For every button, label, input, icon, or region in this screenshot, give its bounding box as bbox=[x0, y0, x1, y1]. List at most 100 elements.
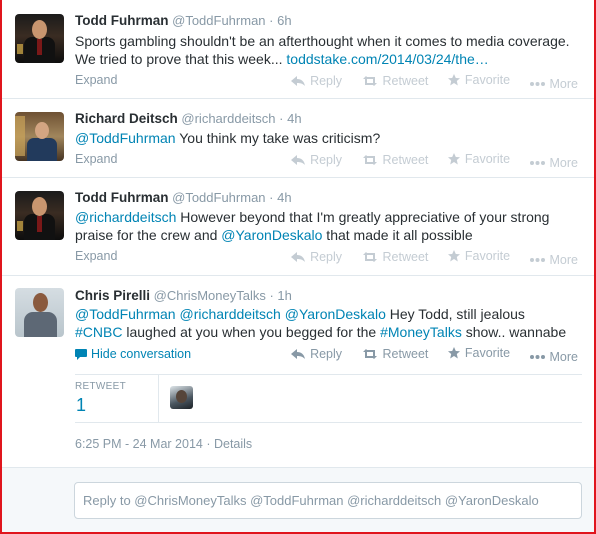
retweet-button[interactable]: Retweet bbox=[362, 153, 428, 167]
reply-area: Reply to @ChrisMoneyTalks @ToddFuhrman @… bbox=[2, 467, 594, 534]
tweet-time[interactable]: · 4h bbox=[269, 190, 291, 205]
reply-icon bbox=[291, 76, 306, 86]
tweet-item[interactable]: Richard Deitsch @richarddeitsch · 4h @To… bbox=[2, 99, 594, 178]
expand-link[interactable]: Expand bbox=[75, 249, 117, 263]
retweet-button[interactable]: Retweet bbox=[362, 74, 429, 88]
author-username[interactable]: @richarddeitsch bbox=[181, 111, 275, 126]
hide-conversation-label: Hide conversation bbox=[91, 347, 192, 361]
mention-link[interactable]: @ToddFuhrman bbox=[75, 306, 176, 322]
tweet-link[interactable]: toddstake.com/2014/03/24/the… bbox=[286, 51, 488, 67]
retweet-button[interactable]: Retweet bbox=[362, 347, 428, 361]
avatar[interactable] bbox=[15, 288, 64, 337]
tweet-text: Sports gambling shouldn't be an aftertho… bbox=[75, 32, 570, 68]
hashtag-link[interactable]: #CNBC bbox=[75, 324, 122, 340]
tweet-actions: Reply Retweet Favorite More bbox=[275, 249, 578, 267]
tweet-item[interactable]: Todd Fuhrman @ToddFuhrman · 6h Sports ga… bbox=[2, 0, 594, 99]
mention-link[interactable]: @YaronDeskalo bbox=[285, 306, 386, 322]
tweet-text-span: Hey Todd, still jealous bbox=[385, 306, 525, 322]
retweet-icon bbox=[362, 76, 377, 86]
author-name[interactable]: Richard Deitsch bbox=[75, 111, 178, 126]
star-icon bbox=[447, 74, 460, 86]
favorite-button[interactable]: Favorite bbox=[447, 152, 511, 166]
tweet-item-expanded[interactable]: Chris Pirelli @ChrisMoneyTalks · 1h @Tod… bbox=[2, 276, 594, 534]
avatar[interactable] bbox=[15, 14, 64, 63]
author-username[interactable]: @ToddFuhrman bbox=[172, 190, 265, 205]
avatar[interactable] bbox=[15, 191, 64, 240]
reply-label: Reply bbox=[310, 250, 343, 264]
retweet-icon bbox=[362, 155, 377, 165]
favorite-button[interactable]: Favorite bbox=[447, 249, 511, 263]
tweet-item[interactable]: Todd Fuhrman @ToddFuhrman · 4h @richardd… bbox=[2, 178, 594, 276]
expand-link[interactable]: Expand bbox=[75, 73, 117, 87]
retweet-button[interactable]: Retweet bbox=[362, 250, 429, 264]
tweet-stats: RETWEET 1 bbox=[75, 374, 582, 423]
more-button[interactable]: More bbox=[529, 350, 578, 364]
tweet-text-span: praise for the crew and bbox=[75, 227, 222, 243]
more-dots-icon bbox=[529, 161, 545, 165]
retweet-icon bbox=[362, 252, 377, 262]
retweet-label: Retweet bbox=[382, 250, 429, 264]
tweet-text-line: @richarddeitsch However beyond that I'm … bbox=[75, 208, 549, 226]
retweeter-avatar[interactable] bbox=[170, 386, 193, 409]
tweet-time[interactable]: · 6h bbox=[269, 13, 291, 28]
tweet-text-span: show.. wannabe bbox=[461, 324, 567, 340]
reply-label: Reply bbox=[310, 347, 343, 361]
more-dots-icon bbox=[529, 258, 545, 262]
hashtag-link[interactable]: #MoneyTalks bbox=[380, 324, 462, 340]
tweet-text-line: #CNBC laughed at you when you begged for… bbox=[75, 323, 566, 341]
reply-input[interactable]: Reply to @ChrisMoneyTalks @ToddFuhrman @… bbox=[74, 482, 582, 519]
more-label: More bbox=[549, 156, 578, 170]
tweet-text-span: However beyond that I'm greatly apprecia… bbox=[176, 209, 550, 225]
mention-link[interactable]: @richarddeitsch bbox=[75, 209, 176, 225]
tweet-text: @richarddeitsch However beyond that I'm … bbox=[75, 208, 549, 244]
retweet-label: Retweet bbox=[382, 74, 429, 88]
star-icon bbox=[447, 153, 460, 165]
avatar[interactable] bbox=[15, 112, 64, 161]
favorite-label: Favorite bbox=[464, 346, 511, 360]
author-name[interactable]: Todd Fuhrman bbox=[75, 13, 169, 28]
hide-conversation-link[interactable]: Hide conversation bbox=[75, 347, 191, 361]
tweet-actions: Reply Retweet Favorite More bbox=[275, 73, 578, 91]
tweet-datestamp: 6:25 PM - 24 Mar 2014 · Details bbox=[75, 437, 252, 451]
favorite-button[interactable]: Favorite bbox=[447, 346, 511, 360]
mention-link[interactable]: @YaronDeskalo bbox=[221, 227, 322, 243]
reply-button[interactable]: Reply bbox=[291, 153, 342, 167]
tweet-time[interactable]: · 4h bbox=[279, 111, 301, 126]
favorite-label: Favorite bbox=[464, 152, 511, 166]
reply-button[interactable]: Reply bbox=[291, 250, 342, 264]
more-button[interactable]: More bbox=[529, 77, 578, 91]
speech-bubble-icon bbox=[75, 348, 87, 360]
mention-link[interactable]: @richarddeitsch bbox=[179, 306, 280, 322]
tweet-actions: Reply Retweet Favorite More bbox=[275, 346, 578, 364]
favorite-label: Favorite bbox=[464, 73, 511, 87]
reply-button[interactable]: Reply bbox=[291, 74, 342, 88]
more-label: More bbox=[549, 350, 578, 364]
reply-button[interactable]: Reply bbox=[291, 347, 342, 361]
details-link[interactable]: Details bbox=[214, 437, 252, 451]
favorite-button[interactable]: Favorite bbox=[447, 73, 511, 87]
tweet-text-span: We tried to prove that this week... bbox=[75, 51, 287, 67]
author-name[interactable]: Todd Fuhrman bbox=[75, 190, 169, 205]
star-icon bbox=[447, 347, 460, 359]
tweet-text-span: You think my take was criticism? bbox=[175, 130, 381, 146]
more-button[interactable]: More bbox=[529, 253, 578, 267]
author-name[interactable]: Chris Pirelli bbox=[75, 288, 150, 303]
mention-link[interactable]: @ToddFuhrman bbox=[75, 130, 176, 146]
separator-dot: · bbox=[202, 437, 214, 451]
retweet-icon bbox=[362, 349, 377, 359]
more-label: More bbox=[549, 253, 578, 267]
reply-label: Reply bbox=[310, 74, 343, 88]
author-username[interactable]: @ToddFuhrman bbox=[172, 13, 265, 28]
author-username[interactable]: @ChrisMoneyTalks bbox=[154, 288, 266, 303]
favorite-label: Favorite bbox=[464, 249, 511, 263]
expand-link[interactable]: Expand bbox=[75, 152, 117, 166]
tweet-timestamp[interactable]: 6:25 PM - 24 Mar 2014 bbox=[75, 437, 203, 451]
reply-label: Reply bbox=[310, 153, 343, 167]
more-button[interactable]: More bbox=[529, 156, 578, 170]
reply-icon bbox=[291, 349, 306, 359]
tweet-time[interactable]: · 1h bbox=[269, 288, 291, 303]
star-icon bbox=[447, 250, 460, 262]
retweet-count[interactable]: 1 bbox=[76, 395, 86, 416]
retweet-count-label: RETWEET bbox=[75, 381, 126, 392]
tweet-text-line: We tried to prove that this week... todd… bbox=[75, 50, 570, 68]
